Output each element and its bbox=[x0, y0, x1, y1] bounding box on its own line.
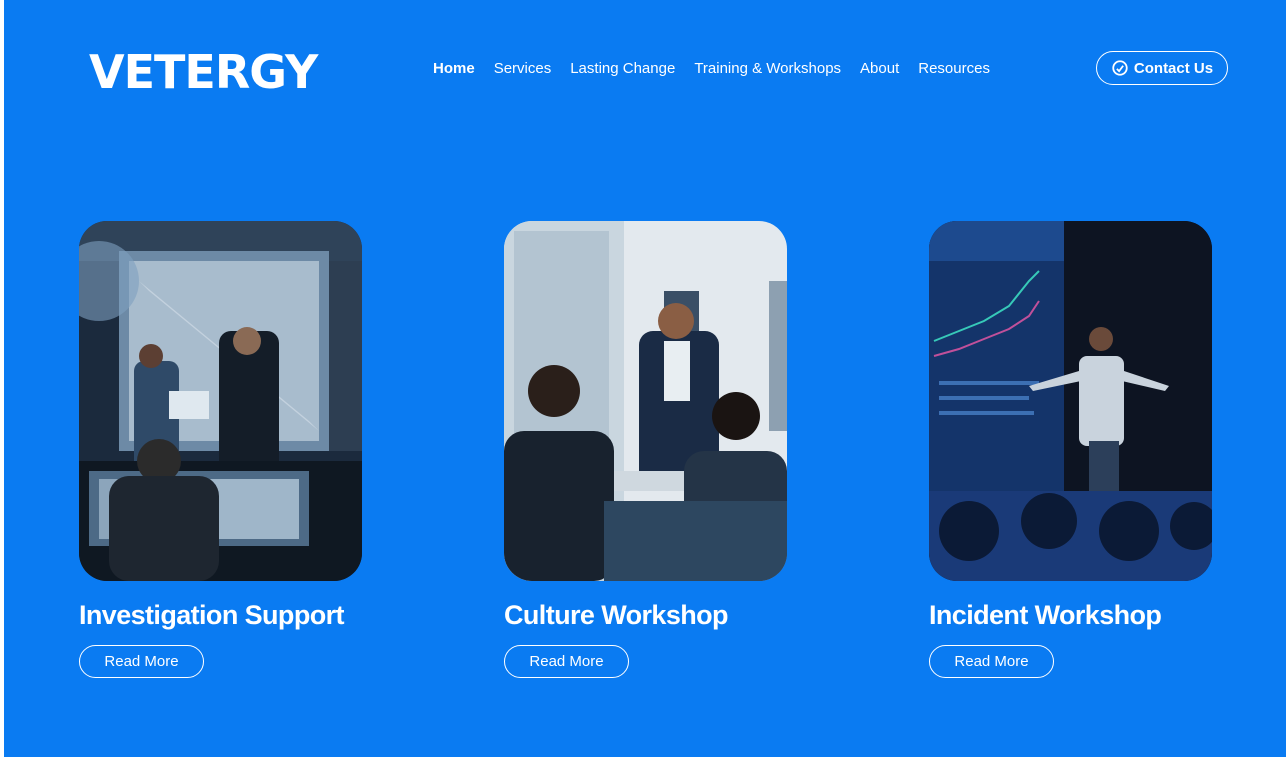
card-culture-workshop: Culture Workshop Read More bbox=[504, 221, 787, 678]
card-title: Incident Workshop bbox=[929, 600, 1162, 630]
read-more-button[interactable]: Read More bbox=[929, 645, 1054, 678]
card-incident-workshop: Incident Workshop Read More bbox=[929, 221, 1212, 678]
page: VETERGY Home Services Lasting Change Tra… bbox=[4, 0, 1286, 757]
nav-item-resources[interactable]: Resources bbox=[918, 60, 990, 77]
card-investigation-support: Investigation Support Read More bbox=[79, 221, 362, 678]
card-title: Culture Workshop bbox=[504, 600, 729, 630]
nav-item-training-workshops[interactable]: Training & Workshops bbox=[694, 60, 841, 77]
read-more-button[interactable]: Read More bbox=[504, 645, 629, 678]
nav-item-services[interactable]: Services bbox=[494, 60, 552, 77]
stage-presenter-photo[interactable] bbox=[929, 221, 1212, 581]
nav-item-about[interactable]: About bbox=[860, 60, 899, 77]
control-room-photo[interactable] bbox=[79, 221, 362, 581]
nav-item-lasting-change[interactable]: Lasting Change bbox=[570, 60, 675, 77]
contact-us-button[interactable]: Contact Us bbox=[1096, 51, 1228, 85]
nav-item-home[interactable]: Home bbox=[433, 60, 475, 77]
read-more-button[interactable]: Read More bbox=[79, 645, 204, 678]
card-title: Investigation Support bbox=[79, 600, 345, 630]
meeting-applause-photo[interactable] bbox=[504, 221, 787, 581]
main-nav: Home Services Lasting Change Training & … bbox=[433, 58, 1009, 78]
brand-logo[interactable]: VETERGY bbox=[89, 46, 318, 98]
headset-icon bbox=[1112, 60, 1128, 76]
contact-us-label: Contact Us bbox=[1133, 59, 1214, 77]
